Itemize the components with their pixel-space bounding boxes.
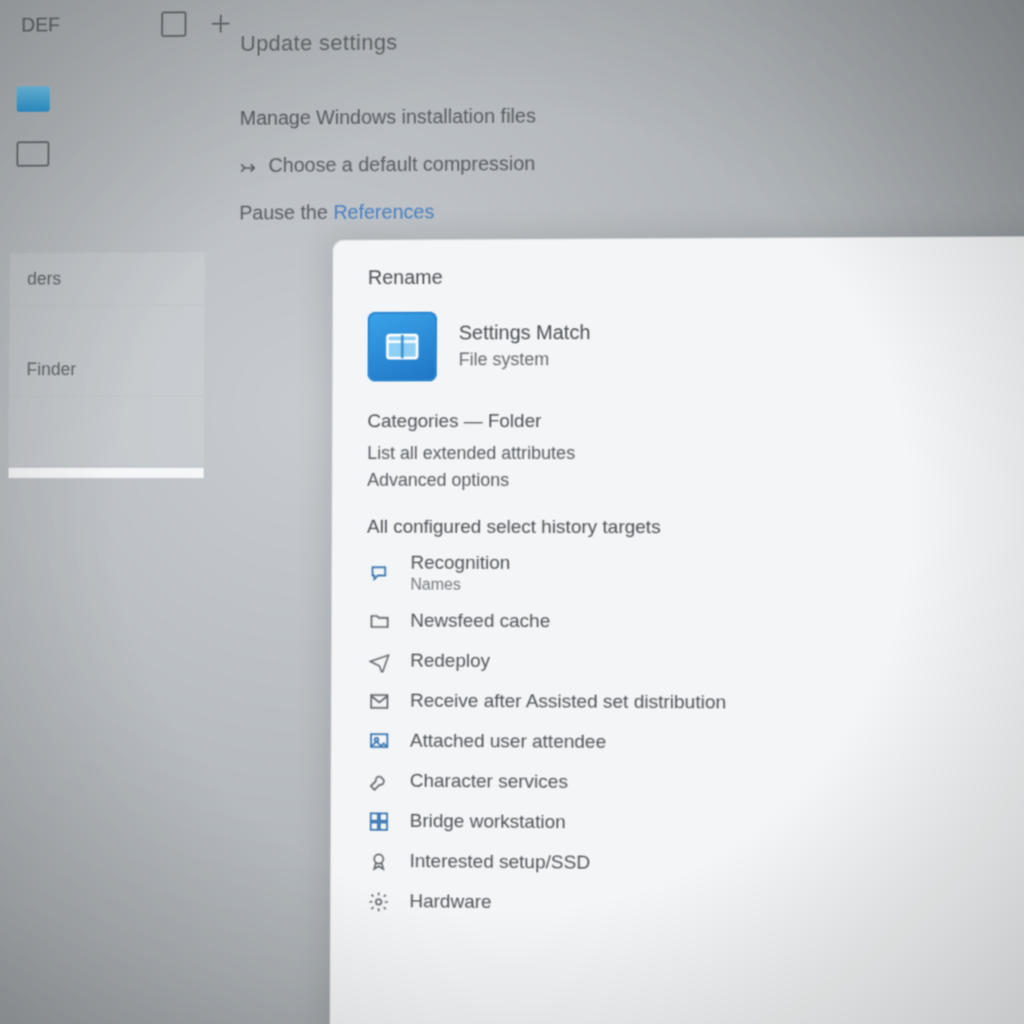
- setting-line-1: Manage Windows installation files: [240, 106, 536, 131]
- item-sublabel: Names: [410, 577, 510, 595]
- item-label: Character services: [410, 771, 568, 794]
- group-sub-2: Advanced options: [367, 470, 1024, 491]
- folder-icon[interactable]: [17, 86, 50, 112]
- sidebar-item[interactable]: [8, 434, 204, 467]
- match-sublabel: File system: [459, 349, 591, 370]
- group-sub-1: List all extended attributes: [367, 443, 1024, 464]
- mail-icon: [366, 688, 392, 714]
- match-box[interactable]: Settings Match File system: [368, 310, 1024, 382]
- window-title-fragment: DEF: [21, 14, 60, 37]
- sidebar-quick-icons: [16, 86, 50, 167]
- gear-icon: [366, 889, 392, 915]
- item-label: Bridge workstation: [410, 811, 566, 834]
- package-icon: [368, 312, 437, 382]
- list-item[interactable]: Recognition Names: [367, 553, 1024, 597]
- setting-line-2: Choose a default compression: [239, 151, 535, 178]
- airplane-icon: [367, 648, 393, 674]
- list-item[interactable]: Newsfeed cache: [367, 608, 1024, 637]
- photo-icon: [366, 728, 392, 754]
- arrow-right-icon: [240, 155, 256, 171]
- folder-icon: [367, 608, 393, 634]
- item-label: Interested setup/SSD: [410, 851, 591, 875]
- item-label: Redeploy: [410, 651, 490, 673]
- wrench-icon: [366, 768, 392, 794]
- item-label: Hardware: [409, 891, 491, 914]
- new-tab-icon[interactable]: [208, 11, 234, 37]
- tab-thumbnail-icon[interactable]: [161, 11, 187, 37]
- setting-line-3: Pause the References: [239, 202, 434, 226]
- settings-list: Recognition Names Newsfeed cache Redeplo…: [366, 553, 1024, 923]
- list-item[interactable]: Character services: [366, 768, 1024, 799]
- list-item[interactable]: Redeploy: [367, 648, 1024, 677]
- item-label: Receive after Assisted set distribution: [410, 691, 726, 715]
- references-link[interactable]: References: [333, 202, 434, 224]
- sidebar-item[interactable]: ders: [9, 252, 204, 306]
- grid-icon: [366, 808, 392, 834]
- item-label: Newsfeed cache: [410, 611, 550, 634]
- page-heading: Update settings: [240, 30, 398, 57]
- settings-dialog: Rename Settings Match File system Catego…: [329, 236, 1024, 1024]
- badge-icon: [366, 849, 392, 875]
- group-categories: Categories — Folder: [367, 410, 1024, 433]
- device-icon[interactable]: [16, 141, 49, 167]
- list-heading: All configured select history targets: [367, 517, 1024, 540]
- item-label: Recognition: [410, 553, 510, 574]
- window-tab-strip: DEF: [11, 0, 1024, 43]
- speech-icon: [367, 561, 393, 587]
- sidebar-item[interactable]: Finder: [9, 343, 205, 397]
- dialog-title: Rename: [368, 264, 1024, 290]
- list-item[interactable]: Hardware: [366, 889, 1024, 923]
- list-item[interactable]: Attached user attendee: [366, 728, 1024, 759]
- item-label: Attached user attendee: [410, 731, 606, 754]
- nav-sidebar: ders Finder: [8, 252, 205, 479]
- match-label: Settings Match: [459, 322, 591, 345]
- list-item[interactable]: Receive after Assisted set distribution: [366, 688, 1024, 718]
- list-item[interactable]: Interested setup/SSD: [366, 849, 1024, 882]
- list-item[interactable]: Bridge workstation: [366, 808, 1024, 840]
